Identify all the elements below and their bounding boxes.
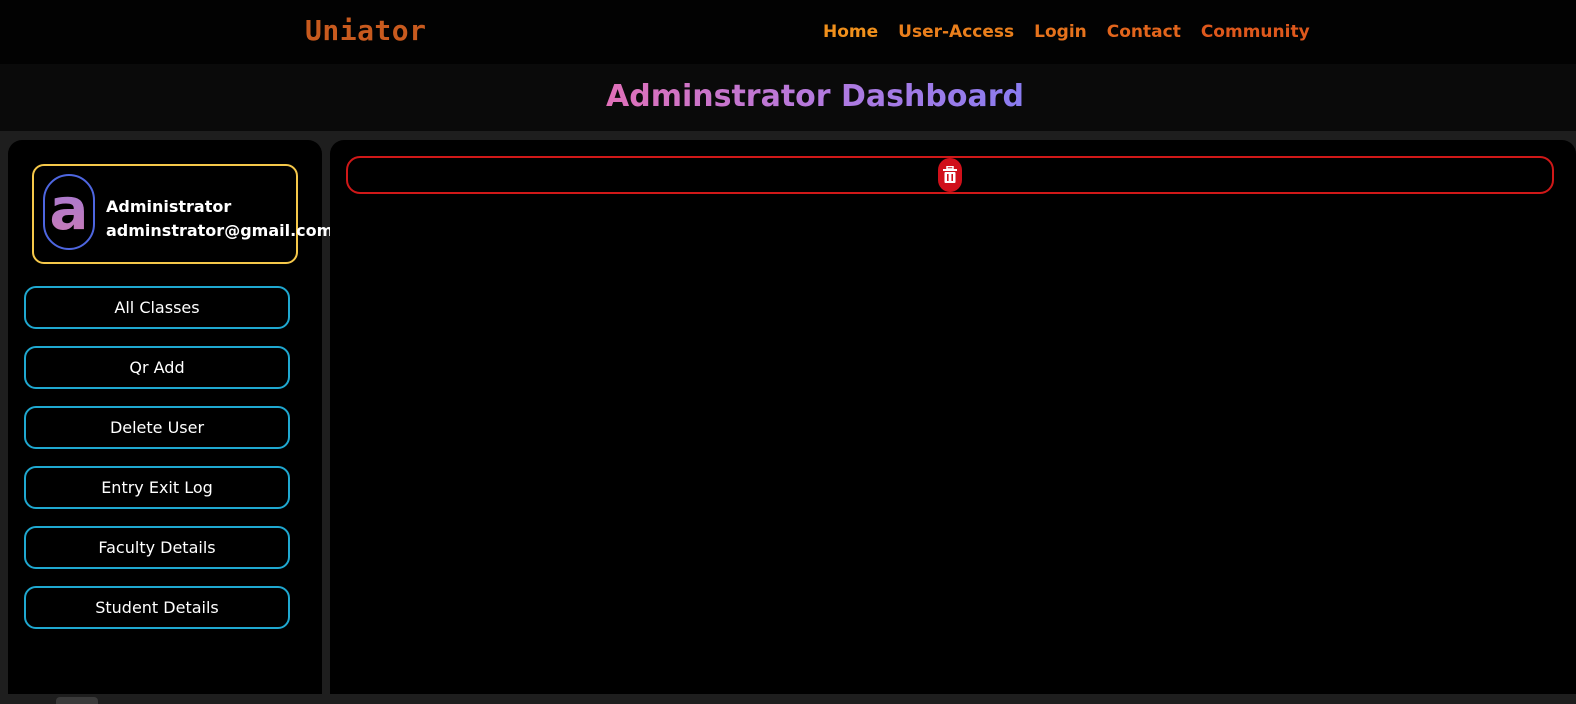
profile-card: a Administrator adminstrator@gmail.com	[32, 164, 333, 264]
profile-name: Administrator	[106, 197, 232, 216]
delete-user-button[interactable]: Delete User	[24, 406, 290, 449]
main-content	[330, 140, 1576, 694]
profile-email: adminstrator@gmail.com	[106, 221, 334, 240]
trash-icon	[943, 166, 957, 183]
horizontal-scrollbar[interactable]	[56, 697, 98, 704]
page-title: Adminstrator Dashboard	[606, 79, 1024, 114]
sidebar: a Administrator adminstrator@gmail.com A…	[8, 140, 333, 700]
nav-contact-link[interactable]: Contact	[1107, 19, 1181, 45]
faculty-details-button[interactable]: Faculty Details	[24, 526, 290, 569]
student-details-button[interactable]: Student Details	[24, 586, 290, 629]
avatar: a	[43, 174, 95, 250]
all-classes-button[interactable]: All Classes	[24, 286, 290, 329]
delete-action-bar[interactable]	[346, 156, 1554, 194]
qr-add-button[interactable]: Qr Add	[24, 346, 290, 389]
entry-exit-log-button[interactable]: Entry Exit Log	[24, 466, 290, 509]
brand-logo[interactable]: Uniator	[305, 14, 427, 48]
top-navbar: Uniator Home User-Access Login Contact C…	[0, 0, 1576, 64]
nav-links: Home User-Access Login Contact Community	[823, 19, 1330, 45]
nav-community-link[interactable]: Community	[1201, 19, 1310, 45]
title-band: Adminstrator Dashboard	[0, 64, 1576, 131]
bottom-strip	[0, 694, 1576, 704]
delete-button[interactable]	[938, 158, 962, 192]
nav-user-access-link[interactable]: User-Access	[898, 19, 1014, 45]
nav-login-link[interactable]: Login	[1034, 19, 1087, 45]
nav-home-link[interactable]: Home	[823, 19, 878, 45]
